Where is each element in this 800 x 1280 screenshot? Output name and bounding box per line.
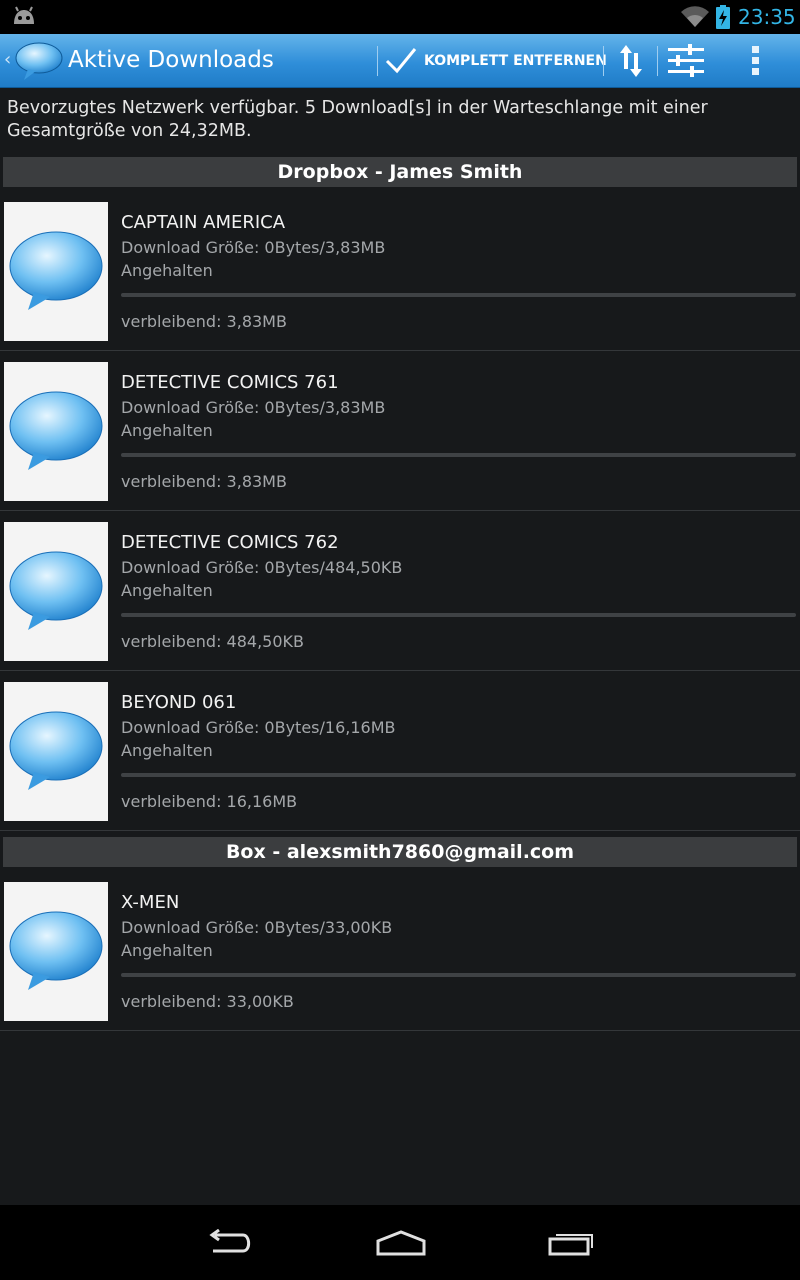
home-button[interactable] [355, 1205, 445, 1280]
download-size: Download Größe: 0Bytes/3,83MB [121, 238, 386, 257]
progress-bar [121, 293, 796, 297]
sort-button[interactable] [608, 34, 654, 88]
section-header-box: Box - alexsmith7860@gmail.com [3, 837, 797, 867]
remaining-size: verbleibend: 33,00KB [121, 992, 294, 1011]
remaining-size: verbleibend: 16,16MB [121, 792, 298, 811]
download-state: Angehalten [121, 581, 213, 600]
page-title: Aktive Downloads [68, 47, 274, 73]
battery-charging-icon [716, 5, 730, 29]
remove-all-button[interactable]: KOMPLETT ENTFERNEN [378, 34, 607, 88]
download-item[interactable]: BEYOND 061 Download Größe: 0Bytes/16,16M… [0, 671, 800, 831]
settings-sliders-button[interactable] [660, 34, 712, 88]
download-item[interactable]: DETECTIVE COMICS 761 Download Größe: 0By… [0, 351, 800, 511]
divider [657, 46, 658, 76]
thumbnail [4, 362, 108, 501]
remaining-size: verbleibend: 484,50KB [121, 632, 305, 651]
download-size: Download Größe: 0Bytes/3,83MB [121, 398, 386, 417]
remaining-size: verbleibend: 3,83MB [121, 472, 287, 491]
recent-apps-icon [548, 1234, 593, 1256]
system-nav-bar [0, 1205, 800, 1280]
download-item[interactable]: X-MEN Download Größe: 0Bytes/33,00KB Ang… [0, 871, 800, 1031]
comic-title: X-MEN [121, 892, 180, 913]
progress-bar [121, 613, 796, 617]
back-button[interactable] [185, 1205, 275, 1280]
download-state: Angehalten [121, 261, 213, 280]
android-icon [14, 6, 34, 24]
thumbnail [4, 522, 108, 661]
status-bar: 23:35 [0, 0, 800, 34]
progress-bar [121, 453, 796, 457]
checkmark-icon [385, 48, 417, 74]
speech-bubble-icon [9, 711, 103, 790]
speech-bubble-icon [9, 231, 103, 310]
back-icon [209, 1229, 251, 1253]
remove-all-label: KOMPLETT ENTFERNEN [424, 53, 607, 69]
wifi-icon [681, 6, 709, 27]
comic-title: DETECTIVE COMICS 761 [121, 372, 339, 393]
speech-bubble-icon [9, 391, 103, 470]
speech-bubble-icon [9, 911, 103, 990]
sliders-icon [668, 44, 704, 77]
network-status-text: Bevorzugtes Netzwerk verfügbar. 5 Downlo… [7, 98, 708, 141]
download-item[interactable]: DETECTIVE COMICS 762 Download Größe: 0By… [0, 511, 800, 671]
remaining-size: verbleibend: 3,83MB [121, 312, 287, 331]
app-speech-bubble-icon[interactable] [14, 40, 64, 82]
overflow-menu-icon [752, 46, 759, 75]
overflow-menu-button[interactable] [738, 34, 778, 88]
speech-bubble-icon [9, 551, 103, 630]
recent-apps-button[interactable] [527, 1205, 617, 1280]
sort-arrows-icon [620, 45, 642, 77]
section-header-dropbox: Dropbox - James Smith [3, 157, 797, 187]
thumbnail [4, 202, 108, 341]
download-state: Angehalten [121, 421, 213, 440]
clock: 23:35 [738, 5, 796, 29]
home-icon [376, 1230, 426, 1256]
download-size: Download Größe: 0Bytes/16,16MB [121, 718, 396, 737]
comic-title: BEYOND 061 [121, 692, 237, 713]
progress-bar [121, 973, 796, 977]
progress-bar [121, 773, 796, 777]
comic-title: DETECTIVE COMICS 762 [121, 532, 339, 553]
thumbnail [4, 682, 108, 821]
comic-title: CAPTAIN AMERICA [121, 212, 286, 233]
download-size: Download Größe: 0Bytes/484,50KB [121, 558, 403, 577]
download-item[interactable]: CAPTAIN AMERICA Download Größe: 0Bytes/3… [0, 191, 800, 351]
action-bar: ‹ Aktive Downloads KOMPLETT ENTFERNEN [0, 34, 800, 88]
download-state: Angehalten [121, 741, 213, 760]
up-caret-icon[interactable]: ‹ [4, 49, 11, 70]
divider [603, 46, 604, 76]
download-size: Download Größe: 0Bytes/33,00KB [121, 918, 393, 937]
download-state: Angehalten [121, 941, 213, 960]
thumbnail [4, 882, 108, 1021]
